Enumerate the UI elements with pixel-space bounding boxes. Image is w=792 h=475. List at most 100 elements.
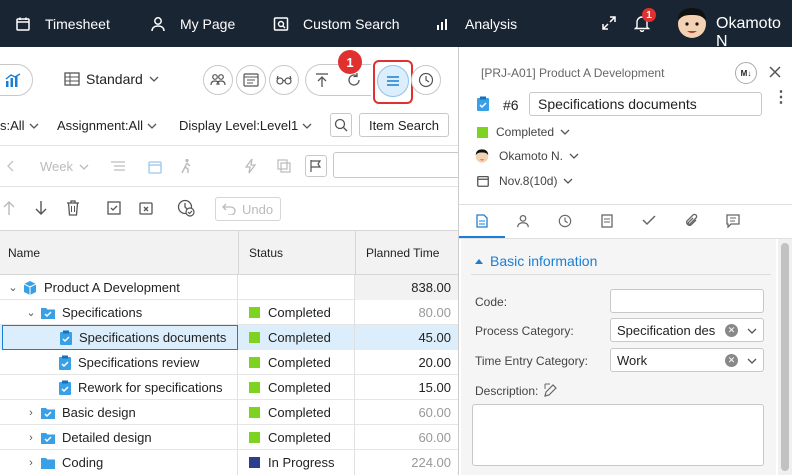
clipboard-check-icon [59,380,71,395]
nav-analysis[interactable]: Analysis [435,0,517,47]
task-name: Product A Development [44,280,180,295]
walk-icon[interactable] [179,158,193,174]
tab-comments[interactable] [726,214,740,231]
check-square-icon[interactable] [106,200,122,216]
tab-notes[interactable] [601,214,613,231]
tab-checklist[interactable] [642,214,656,229]
task-name: Detailed design [62,430,152,445]
calendar-icon [477,175,489,187]
edit-icon[interactable] [544,383,558,397]
nav-custom-search[interactable]: Custom Search [273,0,399,47]
table-row[interactable]: Rework for specifications Completed 15.0… [0,375,458,400]
table-row[interactable]: ⌄ Specifications Completed 80.00 [0,300,458,325]
user-name[interactable]: Okamoto N [716,15,792,51]
task-name: Specifications documents [79,330,227,345]
glasses-button[interactable] [269,65,299,95]
unindent-icon[interactable] [4,159,18,173]
assignment-filter[interactable]: Assignment:All [57,118,157,133]
schedule-toolbar: Week [0,145,458,187]
bolt-icon[interactable] [245,158,257,174]
close-icon[interactable] [769,66,781,78]
status-indicator [477,126,488,138]
chevron-down-icon[interactable]: ⌄ [6,281,20,294]
basic-info-section-toggle[interactable]: Basic information [475,253,597,269]
tab-attachments[interactable] [685,213,699,232]
task-planned: 15.00 [418,380,451,395]
task-status: Completed [268,405,331,420]
display-level-filter[interactable]: Display Level:Level1 [179,118,312,133]
status-selector[interactable]: Completed [477,125,570,139]
tab-members[interactable] [516,214,530,231]
copy-icon[interactable] [276,158,292,174]
project-breadcrumb[interactable]: [PRJ-A01] Product A Development [481,66,664,80]
refresh-icon[interactable] [346,72,362,88]
view-selector[interactable]: Standard [64,71,159,87]
task-planned: 838.00 [411,280,451,295]
gantt-icon[interactable] [110,159,126,173]
time-entry-category-value: Work [617,352,648,368]
trash-icon[interactable] [66,200,80,216]
chevron-right-icon[interactable]: › [24,432,38,444]
chevron-down-icon[interactable] [747,327,757,335]
calendar-cancel-icon[interactable] [138,200,154,216]
table-row[interactable]: › Basic design Completed 60.00 [0,400,458,425]
arrow-up-icon[interactable] [2,200,16,216]
table-row[interactable]: ⌄ Product A Development 838.00 [0,275,458,300]
undo-button[interactable]: Undo [215,197,281,221]
clear-icon[interactable]: ✕ [725,324,738,337]
clear-icon[interactable]: ✕ [725,354,738,367]
item-search-button[interactable]: Item Search [359,113,449,137]
chevron-down-icon [560,129,570,135]
task-planned: 224.00 [411,455,451,470]
col-name-header[interactable]: Name [8,231,40,275]
arrow-down-icon[interactable] [34,200,48,216]
user-icon [517,214,529,228]
top-navigation-bar: Timesheet My Page Custom Search Analysis… [0,0,792,50]
chevron-down-icon[interactable] [747,357,757,365]
time-entry-category-select[interactable]: Work ✕ [610,348,764,372]
table-row[interactable]: › Coding In Progress 224.00 [0,450,458,475]
date-selector[interactable]: Nov.8(10d) [476,174,573,188]
chevron-right-icon[interactable]: › [24,457,38,469]
table-row-selected[interactable]: Specifications documents Completed 45.00 [0,325,458,350]
upload-icon[interactable] [314,72,330,88]
scrollbar-thumb[interactable] [781,243,789,471]
tab-details[interactable] [459,205,505,238]
toolbar-search-input[interactable] [333,152,458,178]
col-status-header[interactable]: Status [249,231,283,275]
list-view-button[interactable] [377,65,409,97]
clipboard-check-icon [477,96,489,111]
process-category-select[interactable]: Specification des ✕ [610,318,764,342]
table-row[interactable]: Specifications review Completed 20.00 [0,350,458,375]
history-button[interactable] [411,65,441,95]
col-planned-header[interactable]: Planned Time [366,231,439,275]
user-avatar[interactable] [675,5,709,44]
members-button[interactable] [203,65,233,95]
chevron-down-icon[interactable]: ⌄ [24,306,38,319]
calendar-icon[interactable] [147,159,163,175]
assignee-selector[interactable]: Okamoto N. [474,148,579,164]
status-filter[interactable]: s:All [0,118,39,133]
process-category-label: Process Category: [475,324,574,338]
search-filter-button[interactable] [330,113,352,137]
item-title-input[interactable]: Specifications documents [529,92,762,116]
tab-time[interactable] [558,214,572,231]
clock-check-icon[interactable] [177,199,195,217]
chevron-right-icon[interactable]: › [24,407,38,419]
nav-timesheet[interactable]: Timesheet [15,0,110,47]
scrollbar-track[interactable] [778,239,792,475]
nav-timesheet-label: Timesheet [45,15,110,32]
flag-icon[interactable] [305,155,327,177]
code-input[interactable] [610,289,764,313]
nav-mypage[interactable]: My Page [150,0,235,47]
description-textarea[interactable] [472,404,764,466]
notification-badge: 1 [642,8,656,22]
main-toolbar: Standard 1 [0,47,458,110]
period-selector[interactable]: Week [40,159,89,174]
expand-icon[interactable] [601,15,617,31]
table-row[interactable]: › Detailed design Completed 60.00 [0,425,458,450]
markdown-button[interactable]: M↓ [735,62,757,84]
card-view-button[interactable] [236,65,266,95]
more-icon[interactable]: ⋮ [773,90,789,106]
analytics-toggle[interactable] [0,64,33,96]
